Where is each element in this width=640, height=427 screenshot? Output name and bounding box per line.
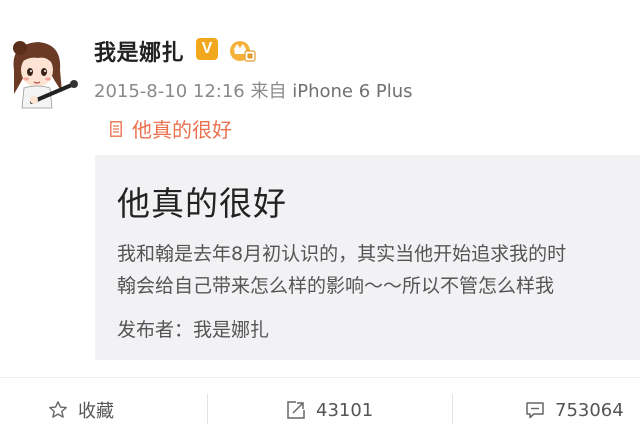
weibo-post-card: 我是娜扎 V 2015-8-10 12:16 来自 iPhone 6 Plus … xyxy=(0,0,640,427)
repost-button[interactable]: 43101 xyxy=(286,396,373,424)
divider xyxy=(0,377,640,378)
document-icon xyxy=(110,120,122,137)
comment-icon xyxy=(526,402,544,419)
article-excerpt-line: 翰会给自己带来怎么样的影响～～所以不管怎么样我 xyxy=(117,275,555,297)
article-title[interactable]: 他真的很好 xyxy=(117,177,287,225)
cartoon-girl-avatar-icon xyxy=(13,41,78,109)
timestamp[interactable]: 2015-8-10 12:16 xyxy=(94,81,245,102)
action-separator xyxy=(452,394,453,424)
article-link-text[interactable]: 他真的很好 xyxy=(132,114,232,143)
comment-count: 753064 xyxy=(555,399,624,421)
crown-member-icon[interactable] xyxy=(228,37,256,63)
repost-count: 43101 xyxy=(316,399,374,421)
repost-icon xyxy=(287,401,305,419)
favorite-button[interactable]: 收藏 xyxy=(48,396,114,424)
article-link[interactable]: 他真的很好 xyxy=(110,114,232,143)
device-source[interactable]: iPhone 6 Plus xyxy=(292,81,412,102)
post-meta: 2015-8-10 12:16 来自 iPhone 6 Plus xyxy=(94,77,413,103)
article-preview-card[interactable]: 他真的很好 我和翰是去年8月初认识的，其实当他开始追求我的时 翰会给自己带来怎么… xyxy=(95,155,640,360)
avatar[interactable] xyxy=(4,36,82,114)
source-label: 来自 xyxy=(250,81,287,102)
favorite-label: 收藏 xyxy=(78,401,114,422)
verified-v-icon[interactable]: V xyxy=(196,38,218,60)
star-icon xyxy=(49,401,67,418)
publisher-label: 发布者： xyxy=(117,319,194,341)
article-publisher: 发布者：我是娜扎 xyxy=(117,315,269,342)
username[interactable]: 我是娜扎 xyxy=(94,35,184,67)
action-separator xyxy=(207,394,208,424)
article-excerpt-line: 我和翰是去年8月初认识的，其实当他开始追求我的时 xyxy=(117,243,567,265)
publisher-name[interactable]: 我是娜扎 xyxy=(193,319,269,341)
comment-button[interactable]: 753064 xyxy=(525,396,624,424)
